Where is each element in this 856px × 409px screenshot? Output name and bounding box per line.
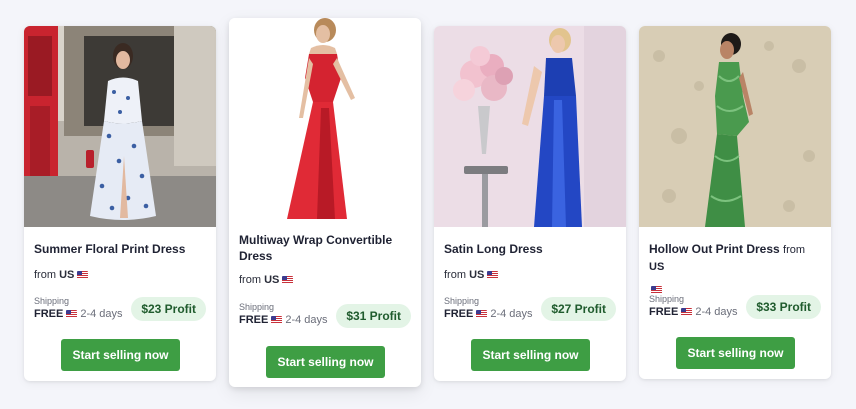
shipping-time: 2-4 days [80, 308, 123, 320]
shipping-label: Shipping [649, 294, 685, 304]
shipping-details: FREE 2-4 days [239, 313, 328, 327]
profit-badge: $23 Profit [131, 297, 206, 321]
shipping-label: Shipping [444, 296, 480, 306]
shipping-info: Shipping FREE 2-4 days [239, 302, 328, 327]
origin-country: US [649, 261, 665, 273]
shipping-price: FREE [649, 306, 679, 318]
from-label: from [783, 244, 806, 256]
product-card[interactable]: Hollow Out Print Dress from US Shipping … [639, 26, 831, 379]
start-selling-button[interactable]: Start selling now [471, 339, 590, 371]
profit-badge: $33 Profit [746, 295, 821, 319]
shipping-info: Shipping FREE 2-4 days [34, 296, 123, 321]
from-label: from [444, 269, 466, 281]
start-selling-button[interactable]: Start selling now [266, 346, 385, 378]
origin-line: from US [444, 268, 616, 282]
shipping-time: 2-4 days [490, 308, 533, 320]
origin-line: from US [34, 268, 206, 282]
shipping-label: Shipping [34, 296, 70, 306]
from-label: from [239, 274, 261, 286]
start-selling-button[interactable]: Start selling now [61, 339, 180, 371]
shipping-label: Shipping [239, 302, 275, 312]
product-image[interactable] [229, 18, 421, 219]
product-title[interactable]: Satin Long Dress [444, 241, 616, 257]
product-card[interactable]: Summer Floral Print Dress from US Shippi… [24, 26, 216, 381]
shipping-time: 2-4 days [695, 306, 738, 318]
shipping-price: FREE [34, 308, 64, 320]
product-title[interactable]: Summer Floral Print Dress [34, 241, 206, 257]
us-flag-icon [271, 316, 283, 324]
origin-country: US [264, 274, 280, 286]
product-title-text: Hollow Out Print Dress [649, 242, 780, 256]
origin-country: US [59, 269, 75, 281]
us-flag-icon [476, 310, 488, 318]
us-flag-icon [77, 271, 89, 279]
from-label: from [34, 269, 56, 281]
us-flag-icon [681, 308, 693, 316]
product-card[interactable]: Multiway Wrap Convertible Dress from US … [229, 18, 421, 387]
origin-country: US [469, 269, 485, 281]
origin-line: from US [239, 273, 411, 287]
product-grid: Summer Floral Print Dress from US Shippi… [0, 0, 856, 409]
profit-badge: $31 Profit [336, 304, 411, 328]
product-image[interactable] [434, 26, 626, 227]
us-flag-icon [487, 271, 499, 279]
us-flag-icon [282, 276, 294, 284]
shipping-time: 2-4 days [285, 314, 328, 326]
shipping-info: Shipping FREE 2-4 days [649, 294, 738, 319]
product-title[interactable]: Multiway Wrap Convertible Dress [239, 232, 411, 264]
product-image[interactable] [639, 26, 831, 227]
shipping-price: FREE [239, 314, 269, 326]
product-title[interactable]: Hollow Out Print Dress from US [649, 241, 821, 275]
shipping-price: FREE [444, 308, 474, 320]
start-selling-button[interactable]: Start selling now [676, 337, 795, 369]
shipping-info: Shipping FREE 2-4 days [444, 296, 533, 321]
shipping-details: FREE 2-4 days [649, 305, 738, 319]
us-flag-icon [66, 310, 78, 318]
shipping-details: FREE 2-4 days [34, 307, 123, 321]
shipping-details: FREE 2-4 days [444, 307, 533, 321]
product-card[interactable]: Satin Long Dress from US Shipping FREE 2-… [434, 26, 626, 381]
us-flag-icon [651, 286, 662, 294]
profit-badge: $27 Profit [541, 297, 616, 321]
product-image[interactable] [24, 26, 216, 227]
